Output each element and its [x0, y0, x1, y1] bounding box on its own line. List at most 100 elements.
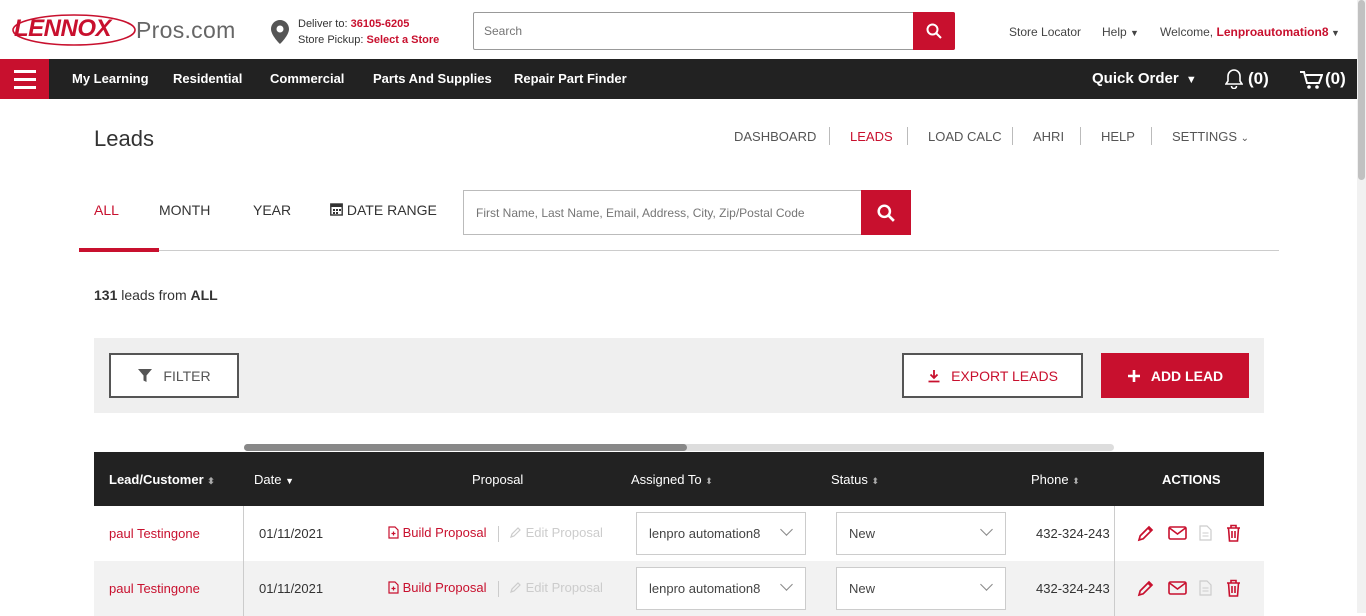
column-header-customer[interactable]: Lead/Customer ⬍	[109, 472, 215, 487]
logo-swoosh-icon	[12, 14, 136, 46]
download-icon	[928, 369, 940, 382]
leads-count-text: leads from	[121, 287, 187, 303]
build-proposal-link[interactable]: Build Proposal	[388, 525, 486, 540]
nav-item-commercial[interactable]: Commercial	[270, 71, 344, 86]
site-search	[473, 12, 955, 50]
cart-icon[interactable]	[1299, 70, 1323, 90]
trash-icon[interactable]	[1226, 524, 1241, 542]
sort-icon: ⬍	[705, 476, 713, 486]
build-proposal-label: Build Proposal	[402, 525, 487, 540]
sort-icon: ⬍	[207, 476, 215, 486]
table-scrollbar-thumb[interactable]	[244, 444, 687, 451]
notification-count[interactable]: (0)	[1248, 69, 1269, 89]
hamburger-menu-button[interactable]	[0, 59, 49, 99]
column-header-assigned-to[interactable]: Assigned To ⬍	[631, 472, 713, 487]
sublink-settings[interactable]: SETTINGS ⌄	[1172, 129, 1249, 144]
column-header-actions: ACTIONS	[1162, 472, 1221, 487]
page-title: Leads	[94, 126, 154, 151]
divider	[1012, 127, 1013, 145]
document-icon	[1199, 580, 1212, 596]
lead-date: 01/11/2021	[259, 581, 324, 596]
status-select[interactable]: New	[836, 567, 1006, 610]
bell-icon[interactable]	[1225, 69, 1243, 89]
sublink-help[interactable]: HELP	[1101, 129, 1135, 144]
lead-phone: 432-324-243	[1036, 526, 1110, 541]
trash-icon[interactable]	[1226, 579, 1241, 597]
sublink-dashboard[interactable]: DASHBOARD	[734, 129, 816, 144]
add-lead-button[interactable]: ADD LEAD	[1101, 353, 1249, 398]
page-scrollbar[interactable]	[1357, 0, 1366, 613]
document-add-icon	[388, 526, 399, 539]
build-proposal-link[interactable]: Build Proposal	[388, 580, 486, 595]
nav-item-residential[interactable]: Residential	[173, 71, 242, 86]
email-icon[interactable]	[1168, 526, 1187, 540]
table-horizontal-scrollbar[interactable]	[244, 444, 1114, 451]
site-search-input[interactable]	[474, 13, 904, 49]
edit-pencil-icon[interactable]	[1137, 579, 1155, 597]
table-row: paul Testingone 01/11/2021 Build Proposa…	[94, 561, 1264, 616]
email-icon[interactable]	[1168, 581, 1187, 595]
assigned-to-select[interactable]: lenpro automation8	[636, 512, 806, 555]
page-scrollbar-thumb[interactable]	[1358, 0, 1365, 180]
edit-pencil-icon[interactable]	[1137, 524, 1155, 542]
account-menu[interactable]: Welcome, Lenproautomation8 ▼	[1160, 25, 1340, 39]
column-header-proposal: Proposal	[472, 472, 524, 487]
sublink-ahri[interactable]: AHRI	[1033, 129, 1064, 144]
sublink-load-calc[interactable]: LOAD CALC	[928, 129, 1002, 144]
divider	[498, 581, 499, 597]
document-icon	[1199, 525, 1212, 541]
column-label: Status	[831, 472, 868, 487]
search-icon	[926, 23, 942, 39]
build-proposal-label: Build Proposal	[402, 580, 487, 595]
assigned-to-select[interactable]: lenpro automation8	[636, 567, 806, 610]
sublink-leads[interactable]: LEADS	[850, 129, 893, 144]
column-header-date[interactable]: Date ▼	[254, 472, 294, 487]
top-header: LENNOX Pros.com Deliver to: 36105-6205 S…	[0, 0, 1366, 59]
export-leads-button[interactable]: EXPORT LEADS	[902, 353, 1083, 398]
tab-date-range[interactable]: DATE RANGE	[330, 202, 437, 218]
column-header-status[interactable]: Status ⬍	[831, 472, 879, 487]
pencil-icon	[510, 582, 521, 593]
quick-order-label: Quick Order	[1092, 70, 1179, 87]
leads-count: 131 leads from ALL	[94, 287, 218, 303]
tab-year[interactable]: YEAR	[253, 202, 291, 218]
column-divider	[243, 561, 244, 616]
username: Lenproautomation8	[1216, 25, 1329, 39]
nav-item-my-learning[interactable]: My Learning	[72, 71, 149, 86]
welcome-label: Welcome,	[1160, 25, 1214, 39]
divider	[1080, 127, 1081, 145]
edit-proposal-label: Edit Proposal	[525, 525, 603, 540]
leads-count-scope: ALL	[190, 287, 218, 303]
column-label: Phone	[1031, 472, 1069, 487]
nav-item-parts-and-supplies[interactable]: Parts And Supplies	[373, 71, 492, 86]
site-search-button[interactable]	[913, 12, 955, 50]
tab-all[interactable]: ALL	[94, 202, 119, 218]
delivery-info: Deliver to: 36105-6205 Store Pickup: Sel…	[298, 16, 439, 48]
sort-icon: ⬍	[1072, 476, 1080, 486]
leads-count-number: 131	[94, 287, 118, 303]
leads-toolbar: FILTER EXPORT LEADS ADD LEAD	[94, 338, 1264, 413]
divider	[1151, 127, 1152, 145]
store-locator-link[interactable]: Store Locator	[1009, 25, 1081, 39]
leads-search	[463, 190, 911, 235]
deliver-zip-link[interactable]: 36105-6205	[351, 18, 410, 30]
settings-label: SETTINGS	[1172, 129, 1238, 144]
divider	[907, 127, 908, 145]
tab-month[interactable]: MONTH	[159, 202, 210, 218]
column-divider	[1114, 506, 1115, 561]
leads-search-input[interactable]	[464, 191, 860, 234]
lead-customer-link[interactable]: paul Testingone	[109, 526, 200, 541]
leads-search-button[interactable]	[861, 190, 911, 235]
lead-customer-link[interactable]: paul Testingone	[109, 581, 200, 596]
sort-desc-icon: ▼	[285, 476, 295, 486]
column-label: Date	[254, 472, 282, 487]
quick-order-button[interactable]: Quick Order ▼	[1092, 70, 1197, 87]
nav-item-repair-part-finder[interactable]: Repair Part Finder	[514, 71, 627, 86]
cart-count[interactable]: (0)	[1325, 69, 1346, 89]
filter-button[interactable]: FILTER	[109, 353, 239, 398]
help-menu[interactable]: Help ▼	[1102, 25, 1139, 39]
select-store-link[interactable]: Select a Store	[366, 34, 439, 46]
calendar-icon	[330, 203, 343, 216]
status-select[interactable]: New	[836, 512, 1006, 555]
column-header-phone[interactable]: Phone ⬍	[1031, 472, 1080, 487]
